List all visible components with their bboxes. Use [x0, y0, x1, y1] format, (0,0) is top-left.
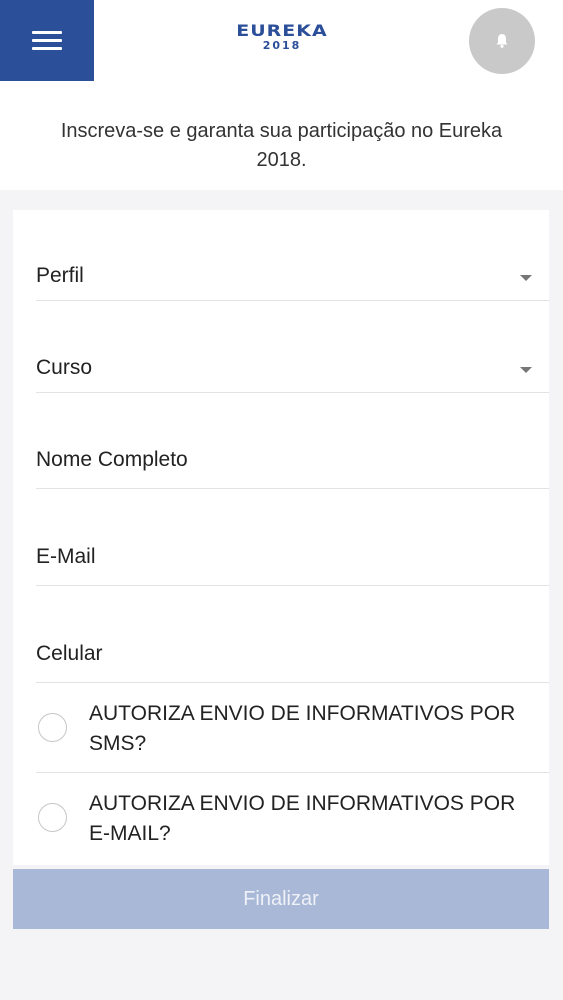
nome-completo-field[interactable]: Nome Completo: [36, 434, 549, 489]
celular-field[interactable]: Celular: [36, 628, 549, 683]
hamburger-menu-icon: [32, 30, 62, 51]
finalizar-button[interactable]: Finalizar: [13, 869, 549, 929]
registration-form: Perfil Curso Nome Completo E-Mail Celula…: [13, 210, 549, 865]
perfil-label: Perfil: [36, 264, 84, 287]
chevron-down-icon: [520, 367, 532, 373]
intro-text: Inscreva-se e garanta sua participação n…: [60, 120, 503, 171]
chevron-down-icon: [520, 275, 532, 281]
perfil-select[interactable]: Perfil: [36, 250, 549, 301]
sms-optin-radio[interactable]: [38, 713, 67, 742]
logo-word: EUREKA: [236, 21, 328, 41]
sms-optin-label: AUTORIZA ENVIO DE INFORMATIVOS POR SMS?: [89, 702, 516, 755]
email-optin-label: AUTORIZA ENVIO DE INFORMATIVOS POR E-MAI…: [89, 792, 516, 845]
logo-year: 2018: [262, 39, 302, 52]
bell-icon: [496, 34, 508, 48]
sms-optin-option[interactable]: AUTORIZA ENVIO DE INFORMATIVOS POR SMS?: [36, 683, 549, 773]
notifications-button[interactable]: [469, 8, 535, 74]
eureka-logo: EUREKA 2018: [222, 22, 342, 54]
email-field[interactable]: E-Mail: [36, 531, 549, 586]
email-optin-option[interactable]: AUTORIZA ENVIO DE INFORMATIVOS POR E-MAI…: [36, 773, 549, 865]
menu-button[interactable]: [0, 0, 94, 81]
curso-select[interactable]: Curso: [36, 342, 549, 393]
nome-completo-placeholder: Nome Completo: [36, 448, 188, 471]
email-optin-radio[interactable]: [38, 803, 67, 832]
email-placeholder: E-Mail: [36, 545, 96, 568]
curso-label: Curso: [36, 356, 93, 379]
celular-placeholder: Celular: [36, 642, 103, 665]
